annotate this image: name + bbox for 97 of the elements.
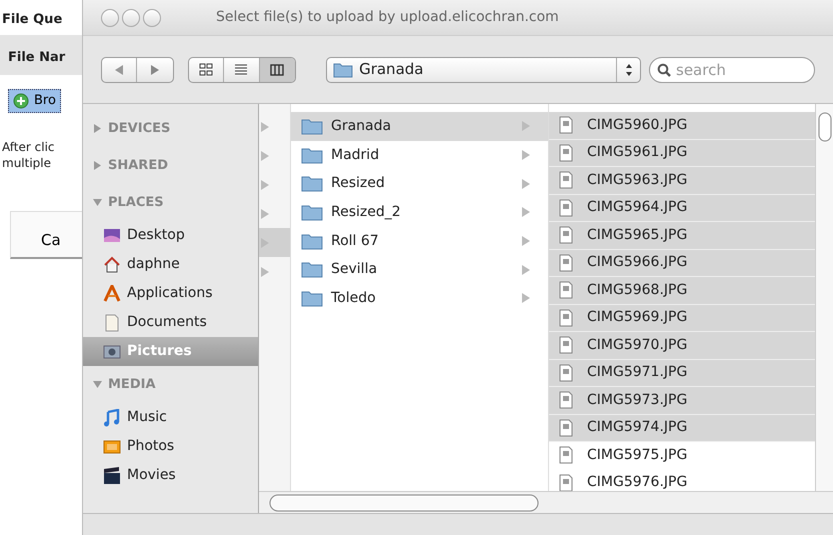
disclosure-icon	[261, 150, 269, 160]
folder-icon	[333, 62, 354, 78]
sidebar-item[interactable]: Music	[83, 403, 258, 432]
disclosure-icon	[522, 207, 530, 218]
grid-icon	[199, 62, 214, 76]
folder-icon	[301, 290, 323, 307]
column-row[interactable]	[259, 228, 290, 257]
instruction-text: multiple	[2, 155, 52, 171]
file-row[interactable]: CIMG5963.JPG	[549, 167, 815, 194]
column-header: File Nar	[8, 50, 66, 65]
columns-icon	[270, 62, 284, 76]
image-file-icon	[559, 474, 573, 491]
list-icon	[234, 62, 248, 76]
file-row[interactable]: CIMG5961.JPG	[549, 140, 815, 167]
search-field[interactable]: search	[649, 56, 815, 82]
location-popup[interactable]: Granada	[326, 56, 641, 82]
folder-icon	[301, 261, 323, 278]
file-row[interactable]: CIMG5975.JPG	[549, 442, 815, 470]
folder-icon	[301, 232, 323, 250]
disclosure-icon	[261, 180, 269, 190]
disclosure-icon	[522, 178, 530, 189]
sidebar-item[interactable]: Documents	[83, 308, 258, 337]
home-icon	[103, 256, 121, 274]
collapsed-icon	[93, 161, 102, 170]
photos-icon	[103, 438, 121, 456]
back-icon	[114, 64, 124, 74]
disclosure-icon	[261, 122, 269, 132]
stepper-icon	[624, 62, 632, 76]
file-row[interactable]: CIMG5966.JPG	[549, 250, 815, 277]
file-row[interactable]: CIMG5973.JPG	[549, 387, 815, 414]
folder-row[interactable]: Resized	[291, 169, 548, 198]
disclosure-icon	[522, 293, 530, 304]
horizontal-scrollbar[interactable]	[259, 491, 833, 513]
vertical-scrollbar[interactable]	[815, 104, 833, 491]
file-row[interactable]: CIMG5971.JPG	[549, 360, 815, 387]
image-file-icon	[559, 198, 573, 217]
image-file-icon	[559, 281, 573, 300]
document-icon	[103, 314, 121, 332]
applications-icon	[103, 284, 121, 302]
disclosure-icon	[522, 121, 530, 132]
disclosure-icon	[261, 266, 269, 276]
expanded-icon	[93, 380, 102, 389]
file-row[interactable]: CIMG5974.JPG	[549, 414, 815, 442]
instruction-text: After clic	[2, 139, 56, 155]
window-title: Select file(s) to upload by upload.elicochran.com	[216, 8, 559, 27]
file-row[interactable]: CIMG5970.JPG	[549, 332, 815, 360]
folder-icon	[301, 204, 323, 221]
pictures-icon	[103, 342, 121, 360]
image-file-icon	[559, 336, 573, 354]
image-file-icon	[559, 144, 573, 162]
clapperboard-icon	[103, 466, 121, 484]
file-row[interactable]: CIMG5960.JPG	[549, 112, 815, 140]
folder-row[interactable]: Roll 67	[291, 226, 548, 256]
disclosure-icon	[522, 264, 530, 275]
add-icon	[13, 92, 29, 109]
file-row[interactable]: CIMG5968.JPG	[549, 277, 815, 304]
file-row[interactable]: CIMG5969.JPG	[549, 304, 815, 332]
image-file-icon	[559, 391, 573, 410]
folder-row[interactable]: Sevilla	[291, 255, 548, 284]
folder-icon	[301, 146, 323, 164]
folder-icon	[301, 175, 323, 192]
image-file-icon	[559, 364, 573, 382]
disclosure-icon	[522, 236, 530, 246]
zoom-button[interactable]	[143, 8, 161, 26]
folder-row[interactable]: Granada	[291, 112, 548, 141]
image-file-icon	[559, 418, 573, 437]
page-heading: File Que	[2, 12, 62, 27]
image-file-icon	[559, 308, 573, 327]
image-file-icon	[559, 446, 573, 464]
search-icon	[657, 62, 671, 76]
folder-row[interactable]: Toledo	[291, 284, 548, 313]
folder-row[interactable]: Madrid	[291, 140, 548, 170]
folder-row[interactable]: Resized_2	[291, 198, 548, 227]
image-file-icon	[559, 171, 573, 190]
image-file-icon	[559, 116, 573, 134]
folder-icon	[301, 118, 323, 135]
scroll-thumb[interactable]	[269, 494, 539, 512]
sidebar-item[interactable]: Applications	[83, 279, 258, 308]
disclosure-icon	[261, 208, 269, 218]
sidebar-item[interactable]: Movies	[83, 461, 258, 490]
file-row[interactable]: CIMG5964.JPG	[549, 194, 815, 222]
forward-icon	[150, 64, 160, 74]
expanded-icon	[93, 198, 102, 207]
image-file-icon	[559, 226, 573, 244]
disclosure-icon	[522, 150, 530, 160]
minimize-button[interactable]	[122, 8, 140, 26]
music-icon	[103, 408, 121, 426]
collapsed-icon	[93, 124, 102, 133]
desktop-icon	[103, 226, 121, 244]
file-row[interactable]: CIMG5976.JPG	[549, 470, 815, 491]
browse-button[interactable]: Bro	[8, 89, 61, 112]
file-row[interactable]: CIMG5965.JPG	[549, 222, 815, 250]
column-view-button[interactable]	[260, 58, 296, 82]
close-button[interactable]	[101, 8, 119, 26]
sidebar-item[interactable]: Photos	[83, 432, 258, 461]
scroll-thumb[interactable]	[818, 112, 832, 142]
image-file-icon	[559, 254, 573, 272]
